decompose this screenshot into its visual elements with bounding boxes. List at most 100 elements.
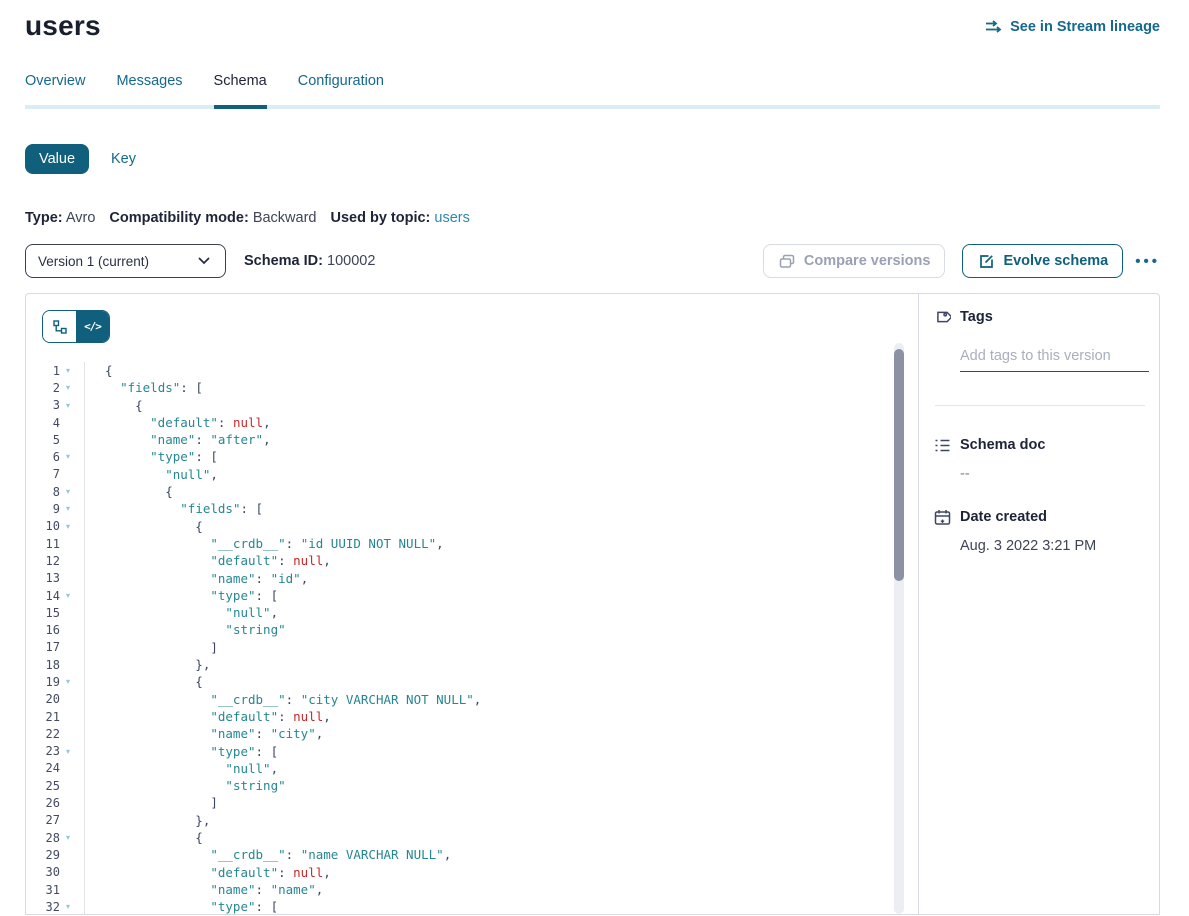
code-line: {: [105, 483, 481, 500]
fold-toggle-icon[interactable]: ▾: [60, 898, 76, 914]
gutter-row: 15: [26, 604, 84, 621]
line-number: 30: [26, 865, 60, 879]
code-line: },: [105, 812, 481, 829]
editor-scrollbar-thumb[interactable]: [894, 349, 904, 581]
view-mode-toggle: </>: [42, 310, 110, 343]
gutter-row: 4: [26, 414, 84, 431]
line-number: 5: [26, 433, 60, 447]
compare-versions-label: Compare versions: [804, 253, 931, 269]
code-line: "name": "name",: [105, 881, 481, 898]
code-line: "__crdb__": "name VARCHAR NULL",: [105, 846, 481, 863]
line-number: 23: [26, 744, 60, 758]
value-key-toggle: Value Key: [25, 144, 1160, 174]
line-number: 22: [26, 727, 60, 741]
line-number: 19: [26, 675, 60, 689]
fold-toggle-icon[interactable]: ▾: [60, 829, 76, 846]
schema-meta-row: Type: Avro Compatibility mode: Backward …: [25, 210, 1160, 226]
schema-panel: </> 1▾2▾3▾456▾78▾9▾10▾11121314▾151617181…: [25, 293, 1160, 915]
schema-id-label: Schema ID:: [244, 253, 323, 269]
tab-messages[interactable]: Messages: [116, 73, 182, 105]
active-tab-indicator: [214, 105, 267, 109]
tab-schema[interactable]: Schema: [214, 73, 267, 105]
schema-doc-heading-label: Schema doc: [960, 437, 1045, 453]
chevron-down-icon: [195, 252, 213, 270]
fold-toggle-icon[interactable]: ▾: [60, 518, 76, 535]
key-toggle-button[interactable]: Key: [111, 151, 136, 167]
fold-toggle-icon[interactable]: ▾: [60, 500, 76, 517]
fold-toggle-icon[interactable]: ▾: [60, 743, 76, 760]
tab-bar: Overview Messages Schema Configuration: [25, 73, 1160, 109]
evolve-schema-button[interactable]: Evolve schema: [962, 244, 1123, 278]
stream-lineage-icon: [985, 18, 1003, 36]
page-title: users: [25, 10, 101, 42]
fold-toggle-icon[interactable]: ▾: [60, 362, 76, 379]
tags-input[interactable]: [960, 348, 1149, 372]
code-view-button[interactable]: </>: [76, 311, 109, 342]
line-number: 28: [26, 831, 60, 845]
topic-link[interactable]: users: [434, 210, 469, 226]
code-line: "fields": [: [105, 500, 481, 517]
code-line: {: [105, 673, 481, 690]
line-number: 4: [26, 416, 60, 430]
gutter-row: 19▾: [26, 673, 84, 690]
version-dropdown[interactable]: Version 1 (current): [25, 244, 226, 278]
code-line: "name": "id",: [105, 570, 481, 587]
gutter-row: 5: [26, 431, 84, 448]
code-line: "null",: [105, 760, 481, 777]
code-line: "name": "city",: [105, 725, 481, 742]
code-line: "type": [: [105, 587, 481, 604]
gutter-row: 2▾: [26, 379, 84, 396]
line-number: 16: [26, 623, 60, 637]
version-toolbar: Version 1 (current) Schema ID: 100002 Co…: [25, 244, 1160, 278]
tab-configuration[interactable]: Configuration: [298, 73, 384, 105]
gutter-row: 12: [26, 552, 84, 569]
code-view-icon: </>: [84, 320, 101, 333]
schema-metadata-sidebar: Tags Schema doc --: [919, 294, 1159, 914]
tags-heading-label: Tags: [960, 309, 993, 325]
gutter-row: 26: [26, 794, 84, 811]
gutter-row: 18: [26, 656, 84, 673]
code-line: ]: [105, 794, 481, 811]
type-value: Avro: [66, 210, 96, 226]
page-header: users See in Stream lineage: [25, 0, 1160, 42]
line-number: 12: [26, 554, 60, 568]
fold-toggle-icon[interactable]: ▾: [60, 448, 76, 465]
code-line: ]: [105, 639, 481, 656]
code-line: "type": [: [105, 743, 481, 760]
gutter-row: 20: [26, 691, 84, 708]
code-line: "string": [105, 621, 481, 638]
date-created-heading-label: Date created: [960, 509, 1047, 525]
fold-toggle-icon[interactable]: ▾: [60, 587, 76, 604]
fold-toggle-icon[interactable]: ▾: [60, 379, 76, 396]
code-line: "null",: [105, 466, 481, 483]
gutter-row: 6▾: [26, 448, 84, 465]
tab-overview[interactable]: Overview: [25, 73, 85, 105]
value-toggle-button[interactable]: Value: [25, 144, 89, 174]
line-number: 13: [26, 571, 60, 585]
line-number: 18: [26, 658, 60, 672]
code-line: "type": [: [105, 448, 481, 465]
code-line: },: [105, 656, 481, 673]
schema-id: Schema ID: 100002: [244, 253, 375, 269]
code-line: {: [105, 397, 481, 414]
gutter-row: 28▾: [26, 829, 84, 846]
line-number: 7: [26, 467, 60, 481]
fold-toggle-icon[interactable]: ▾: [60, 673, 76, 690]
fold-toggle-icon[interactable]: ▾: [60, 483, 76, 500]
stream-lineage-link[interactable]: See in Stream lineage: [985, 18, 1160, 36]
tree-view-button[interactable]: [43, 311, 76, 342]
tags-section-heading: Tags: [919, 308, 1159, 326]
compare-versions-button[interactable]: Compare versions: [763, 244, 946, 278]
date-created-value: Aug. 3 2022 3:21 PM: [960, 538, 1159, 554]
code-line: "name": "after",: [105, 431, 481, 448]
schema-code-editor: 1▾2▾3▾456▾78▾9▾10▾11121314▾1516171819▾20…: [26, 343, 918, 914]
fold-toggle-icon[interactable]: ▾: [60, 397, 76, 414]
gutter-row: 8▾: [26, 483, 84, 500]
code-line: "null",: [105, 604, 481, 621]
overflow-menu-button[interactable]: •••: [1135, 253, 1160, 270]
gutter-row: 1▾: [26, 362, 84, 379]
gutter-row: 21: [26, 708, 84, 725]
date-created-section-heading: Date created: [919, 508, 1159, 526]
compare-versions-icon: [778, 252, 796, 270]
compatibility-value: Backward: [253, 210, 317, 226]
